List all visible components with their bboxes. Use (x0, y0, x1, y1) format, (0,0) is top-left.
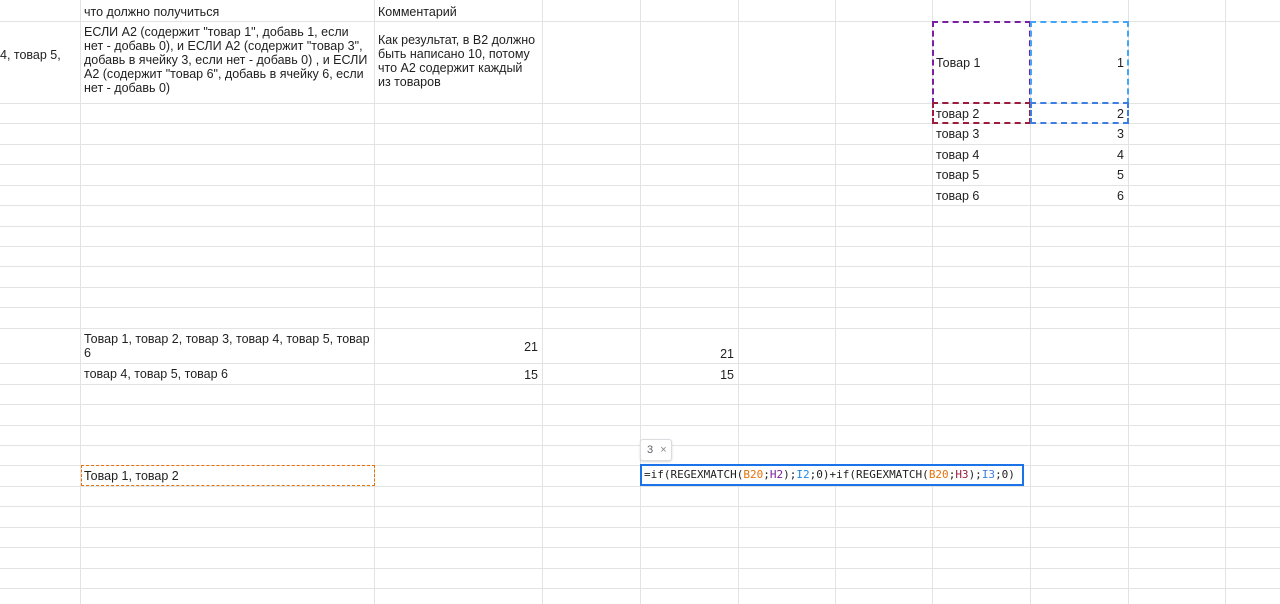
lookup-value-3[interactable]: 3 (1030, 127, 1124, 141)
row-divider (0, 384, 1280, 385)
cell-c2[interactable]: Как результат, в B2 должно быть написано… (378, 33, 538, 89)
row-divider (0, 547, 1280, 548)
cell-b-items-partial[interactable]: товар 4, товар 5, товар 6 (84, 367, 228, 381)
formula-ref-b20: B20 (928, 468, 949, 481)
row-divider (0, 205, 1280, 206)
formula-ref-b20: B20 (743, 468, 764, 481)
row-divider (0, 246, 1280, 247)
row-divider (0, 328, 1280, 329)
lookup-name-5[interactable]: товар 5 (936, 168, 979, 182)
row-divider (0, 307, 1280, 308)
formula-editor[interactable]: =if(REGEXMATCH(B20;H2);I2;0)+if(REGEXMAT… (640, 464, 1024, 486)
close-icon[interactable]: × (660, 444, 666, 456)
row-divider (0, 506, 1280, 507)
row-divider (0, 123, 1280, 124)
lookup-name-6[interactable]: товар 6 (936, 189, 979, 203)
row-divider (0, 363, 1280, 364)
header-cell-c[interactable]: Комментарий (378, 5, 457, 19)
formula-ref-i2: I2 (796, 468, 810, 481)
cell-e-sum-all[interactable]: 21 (640, 347, 734, 361)
row-divider (0, 404, 1280, 405)
column-divider (80, 0, 81, 604)
lookup-name-2[interactable]: товар 2 (936, 107, 979, 121)
formula-text: ; (763, 468, 770, 481)
column-divider (640, 0, 641, 604)
formula-ref-h3: H3 (955, 468, 969, 481)
cell-a2[interactable]: 4, товар 5, (0, 48, 61, 62)
row-divider (0, 21, 1280, 22)
lookup-value-6[interactable]: 6 (1030, 189, 1124, 203)
row-divider (0, 588, 1280, 589)
cell-c-sum-all[interactable]: 21 (374, 340, 538, 354)
cell-b-items-all[interactable]: Товар 1, товар 2, товар 3, товар 4, това… (84, 332, 374, 360)
formula-text: ;0)+if(REGEXMATCH( (809, 468, 929, 481)
cell-b2[interactable]: ЕСЛИ A2 (содержит "товар 1", добавь 1, е… (84, 25, 370, 95)
column-divider (1030, 0, 1031, 604)
lookup-value-4[interactable]: 4 (1030, 148, 1124, 162)
row-divider (0, 226, 1280, 227)
row-divider (0, 103, 1280, 104)
lookup-value-1[interactable]: 1 (1030, 56, 1124, 70)
lookup-value-5[interactable]: 5 (1030, 168, 1124, 182)
column-divider (738, 0, 739, 604)
cell-e-sum-partial[interactable]: 15 (640, 368, 734, 382)
tooltip-value: 3 (647, 444, 654, 456)
formula-text: ;0) (995, 468, 1015, 481)
row-divider (0, 185, 1280, 186)
row-divider (0, 144, 1280, 145)
row-divider (0, 425, 1280, 426)
row-divider (0, 486, 1280, 487)
cell-c-sum-partial[interactable]: 15 (374, 368, 538, 382)
header-cell-b[interactable]: что должно получиться (84, 5, 219, 19)
formula-result-tooltip: 3 × (640, 439, 672, 461)
lookup-name-4[interactable]: товар 4 (936, 148, 979, 162)
lookup-name-1[interactable]: Товар 1 (936, 56, 980, 70)
column-divider (835, 0, 836, 604)
column-divider (1225, 0, 1226, 604)
row-divider (0, 266, 1280, 267)
formula-ref-h2: H2 (769, 468, 784, 481)
formula-text: ); (783, 468, 797, 481)
row-divider (0, 164, 1280, 165)
column-divider (374, 0, 375, 604)
column-divider (542, 0, 543, 604)
row-divider (0, 527, 1280, 528)
column-divider (932, 0, 933, 604)
lookup-name-3[interactable]: товар 3 (936, 127, 979, 141)
row-divider (0, 568, 1280, 569)
row-divider (0, 287, 1280, 288)
lookup-value-2[interactable]: 2 (1030, 107, 1124, 121)
column-divider (1128, 0, 1129, 604)
formula-text: ); (968, 468, 982, 481)
formula-ref-i3: I3 (981, 468, 996, 481)
cell-b20[interactable]: Товар 1, товар 2 (84, 469, 179, 483)
formula-text: =if(REGEXMATCH( (644, 468, 744, 481)
